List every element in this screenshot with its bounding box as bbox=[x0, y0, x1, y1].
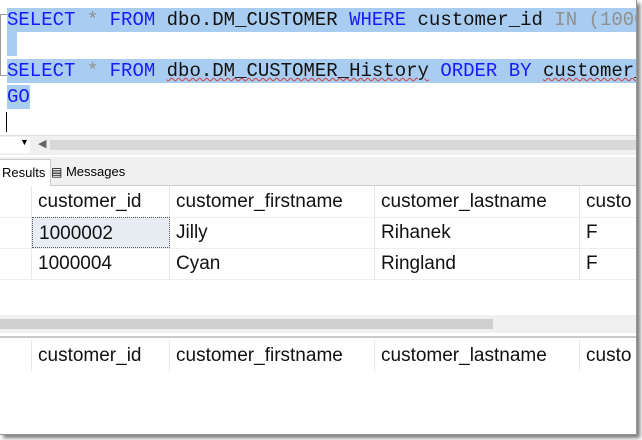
code-line-1: SELECT * FROM dbo.DM_CUSTOMER WHERE cust… bbox=[7, 8, 636, 32]
query-editor[interactable]: SELECT * FROM dbo.DM_CUSTOMER WHERE cust… bbox=[0, 0, 636, 135]
scroll-left-icon[interactable]: ◀ bbox=[38, 137, 46, 150]
scrollbar-thumb[interactable] bbox=[0, 319, 493, 329]
code-line-4: GO bbox=[7, 85, 30, 109]
code-line-2 bbox=[7, 32, 17, 56]
table-cell[interactable]: 1000004 bbox=[32, 248, 170, 279]
column-header[interactable]: customer_id bbox=[32, 340, 170, 371]
row-header[interactable] bbox=[0, 217, 32, 248]
column-header[interactable]: customer_id bbox=[32, 186, 170, 217]
row-header[interactable] bbox=[0, 248, 32, 279]
table-cell-selected[interactable]: 1000002 bbox=[32, 217, 170, 248]
table-cell[interactable]: Ringland bbox=[375, 248, 580, 279]
tab-results[interactable]: Results bbox=[0, 159, 52, 186]
header-row: customer_id customer_firstname customer_… bbox=[0, 340, 636, 371]
chevron-down-icon: ▼ bbox=[20, 137, 29, 147]
tab-messages[interactable]: ▤ Messages bbox=[46, 159, 130, 185]
column-header[interactable]: customer_firstname bbox=[170, 186, 375, 217]
column-header[interactable]: custo bbox=[580, 340, 636, 371]
text-caret bbox=[6, 112, 7, 132]
messages-icon: ▤ bbox=[51, 165, 63, 179]
ssms-query-window: SELECT * FROM dbo.DM_CUSTOMER WHERE cust… bbox=[0, 0, 637, 435]
table-row: 1000002 Jilly Rihanek F bbox=[0, 217, 636, 249]
editor-horizontal-scrollbar[interactable]: ▼ ◀ bbox=[0, 135, 636, 155]
zoom-dropdown[interactable]: ▼ bbox=[0, 137, 30, 153]
column-header[interactable]: customer_firstname bbox=[170, 340, 375, 371]
table-cell[interactable]: F bbox=[580, 217, 636, 248]
column-header[interactable]: custo bbox=[580, 186, 636, 217]
divider bbox=[0, 336, 636, 338]
table-row: 1000004 Cyan Ringland F bbox=[0, 248, 636, 280]
table-cell[interactable]: F bbox=[580, 248, 636, 279]
grid-horizontal-scrollbar[interactable] bbox=[0, 315, 636, 333]
column-header[interactable]: customer_lastname bbox=[375, 186, 580, 217]
table-cell[interactable]: Cyan bbox=[170, 248, 375, 279]
table-cell[interactable]: Jilly bbox=[170, 217, 375, 248]
scrollbar-thumb[interactable] bbox=[50, 140, 636, 150]
column-header[interactable]: customer_lastname bbox=[375, 340, 580, 371]
table-cell[interactable]: Rihanek bbox=[375, 217, 580, 248]
code-line-3: SELECT * FROM dbo.DM_CUSTOMER_History OR… bbox=[7, 59, 637, 83]
fold-marker[interactable] bbox=[0, 14, 7, 76]
header-row: customer_id customer_firstname customer_… bbox=[0, 186, 636, 218]
results-tabs: Results ▤ Messages bbox=[0, 157, 636, 186]
